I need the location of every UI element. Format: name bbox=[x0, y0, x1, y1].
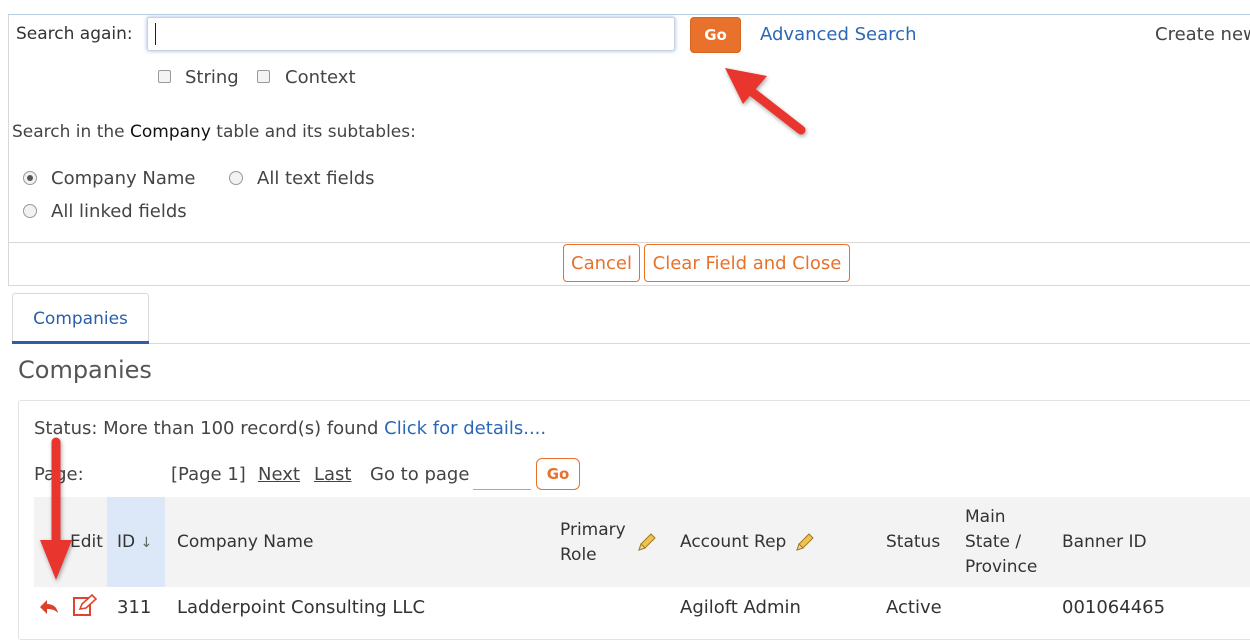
go-to-page-label: Go to page bbox=[370, 464, 470, 485]
sort-down-icon: ↓ bbox=[140, 535, 153, 551]
pencil-icon[interactable] bbox=[794, 531, 816, 553]
search-again-label: Search again: bbox=[16, 24, 133, 44]
radio-all-linked-fields-label: All linked fields bbox=[51, 201, 187, 222]
details-link[interactable]: Click for details.... bbox=[384, 418, 546, 439]
left-border bbox=[8, 14, 9, 286]
go-to-page-button[interactable]: Go bbox=[536, 458, 580, 490]
tab-bar-line bbox=[12, 343, 1250, 344]
pencil-icon[interactable] bbox=[636, 531, 658, 553]
search-input[interactable] bbox=[147, 17, 675, 51]
radio-all-text-fields-label: All text fields bbox=[257, 168, 375, 189]
section-title: Companies bbox=[18, 356, 152, 384]
row-id-link[interactable]: 311 bbox=[117, 597, 151, 618]
col-status[interactable]: Status bbox=[886, 530, 940, 555]
radio-all-text-fields[interactable] bbox=[229, 171, 243, 185]
results-status: Status: More than 100 record(s) found Cl… bbox=[34, 418, 547, 439]
tab-active-indicator bbox=[12, 341, 149, 344]
divider bbox=[8, 242, 1250, 243]
go-to-page-input[interactable] bbox=[473, 462, 531, 490]
advanced-search-link[interactable]: Advanced Search bbox=[760, 24, 916, 45]
search-go-button[interactable]: Go bbox=[690, 17, 741, 53]
cancel-button[interactable]: Cancel bbox=[563, 244, 640, 282]
row-status: Active bbox=[886, 597, 942, 618]
next-page-link[interactable]: Next bbox=[258, 464, 300, 485]
context-checkbox[interactable] bbox=[257, 70, 270, 83]
divider bbox=[8, 285, 1250, 286]
row-banner-id: 001064465 bbox=[1062, 597, 1166, 618]
col-edit: Edit bbox=[70, 532, 103, 552]
col-account-rep[interactable]: Account Rep bbox=[680, 530, 786, 555]
context-checkbox-label: Context bbox=[285, 67, 356, 88]
scope-table-name: Company bbox=[130, 122, 211, 142]
edit-record-icon[interactable] bbox=[72, 594, 98, 618]
search-scope-text: Search in the Company table and its subt… bbox=[12, 122, 416, 142]
col-id[interactable]: ID ↓ bbox=[117, 530, 152, 556]
col-main-state-province[interactable]: Main State / Province bbox=[965, 505, 1037, 580]
clear-field-and-close-button[interactable]: Clear Field and Close bbox=[644, 244, 850, 282]
col-company-name[interactable]: Company Name bbox=[177, 530, 313, 555]
reply-arrow-icon[interactable] bbox=[38, 598, 60, 616]
create-new-link[interactable]: Create new bbox=[1155, 24, 1250, 45]
radio-all-linked-fields[interactable] bbox=[23, 204, 37, 218]
radio-company-name-label: Company Name bbox=[51, 168, 196, 189]
last-page-link[interactable]: Last bbox=[314, 464, 352, 485]
row-company-name-link[interactable]: Ladderpoint Consulting LLC bbox=[177, 597, 425, 618]
top-border bbox=[8, 14, 1250, 15]
tab-companies[interactable]: Companies bbox=[12, 293, 149, 344]
radio-company-name[interactable] bbox=[23, 171, 37, 185]
page-label: Page: bbox=[34, 464, 84, 485]
col-primary-role[interactable]: Primary Role bbox=[560, 518, 626, 568]
row-account-rep: Agiloft Admin bbox=[680, 597, 801, 618]
page-current: [Page 1] bbox=[171, 464, 246, 485]
text-caret bbox=[155, 23, 156, 45]
col-banner-id[interactable]: Banner ID bbox=[1062, 530, 1147, 555]
string-checkbox-label: String bbox=[185, 67, 239, 88]
string-checkbox[interactable] bbox=[158, 70, 171, 83]
annotation-arrow-icon bbox=[725, 68, 806, 135]
